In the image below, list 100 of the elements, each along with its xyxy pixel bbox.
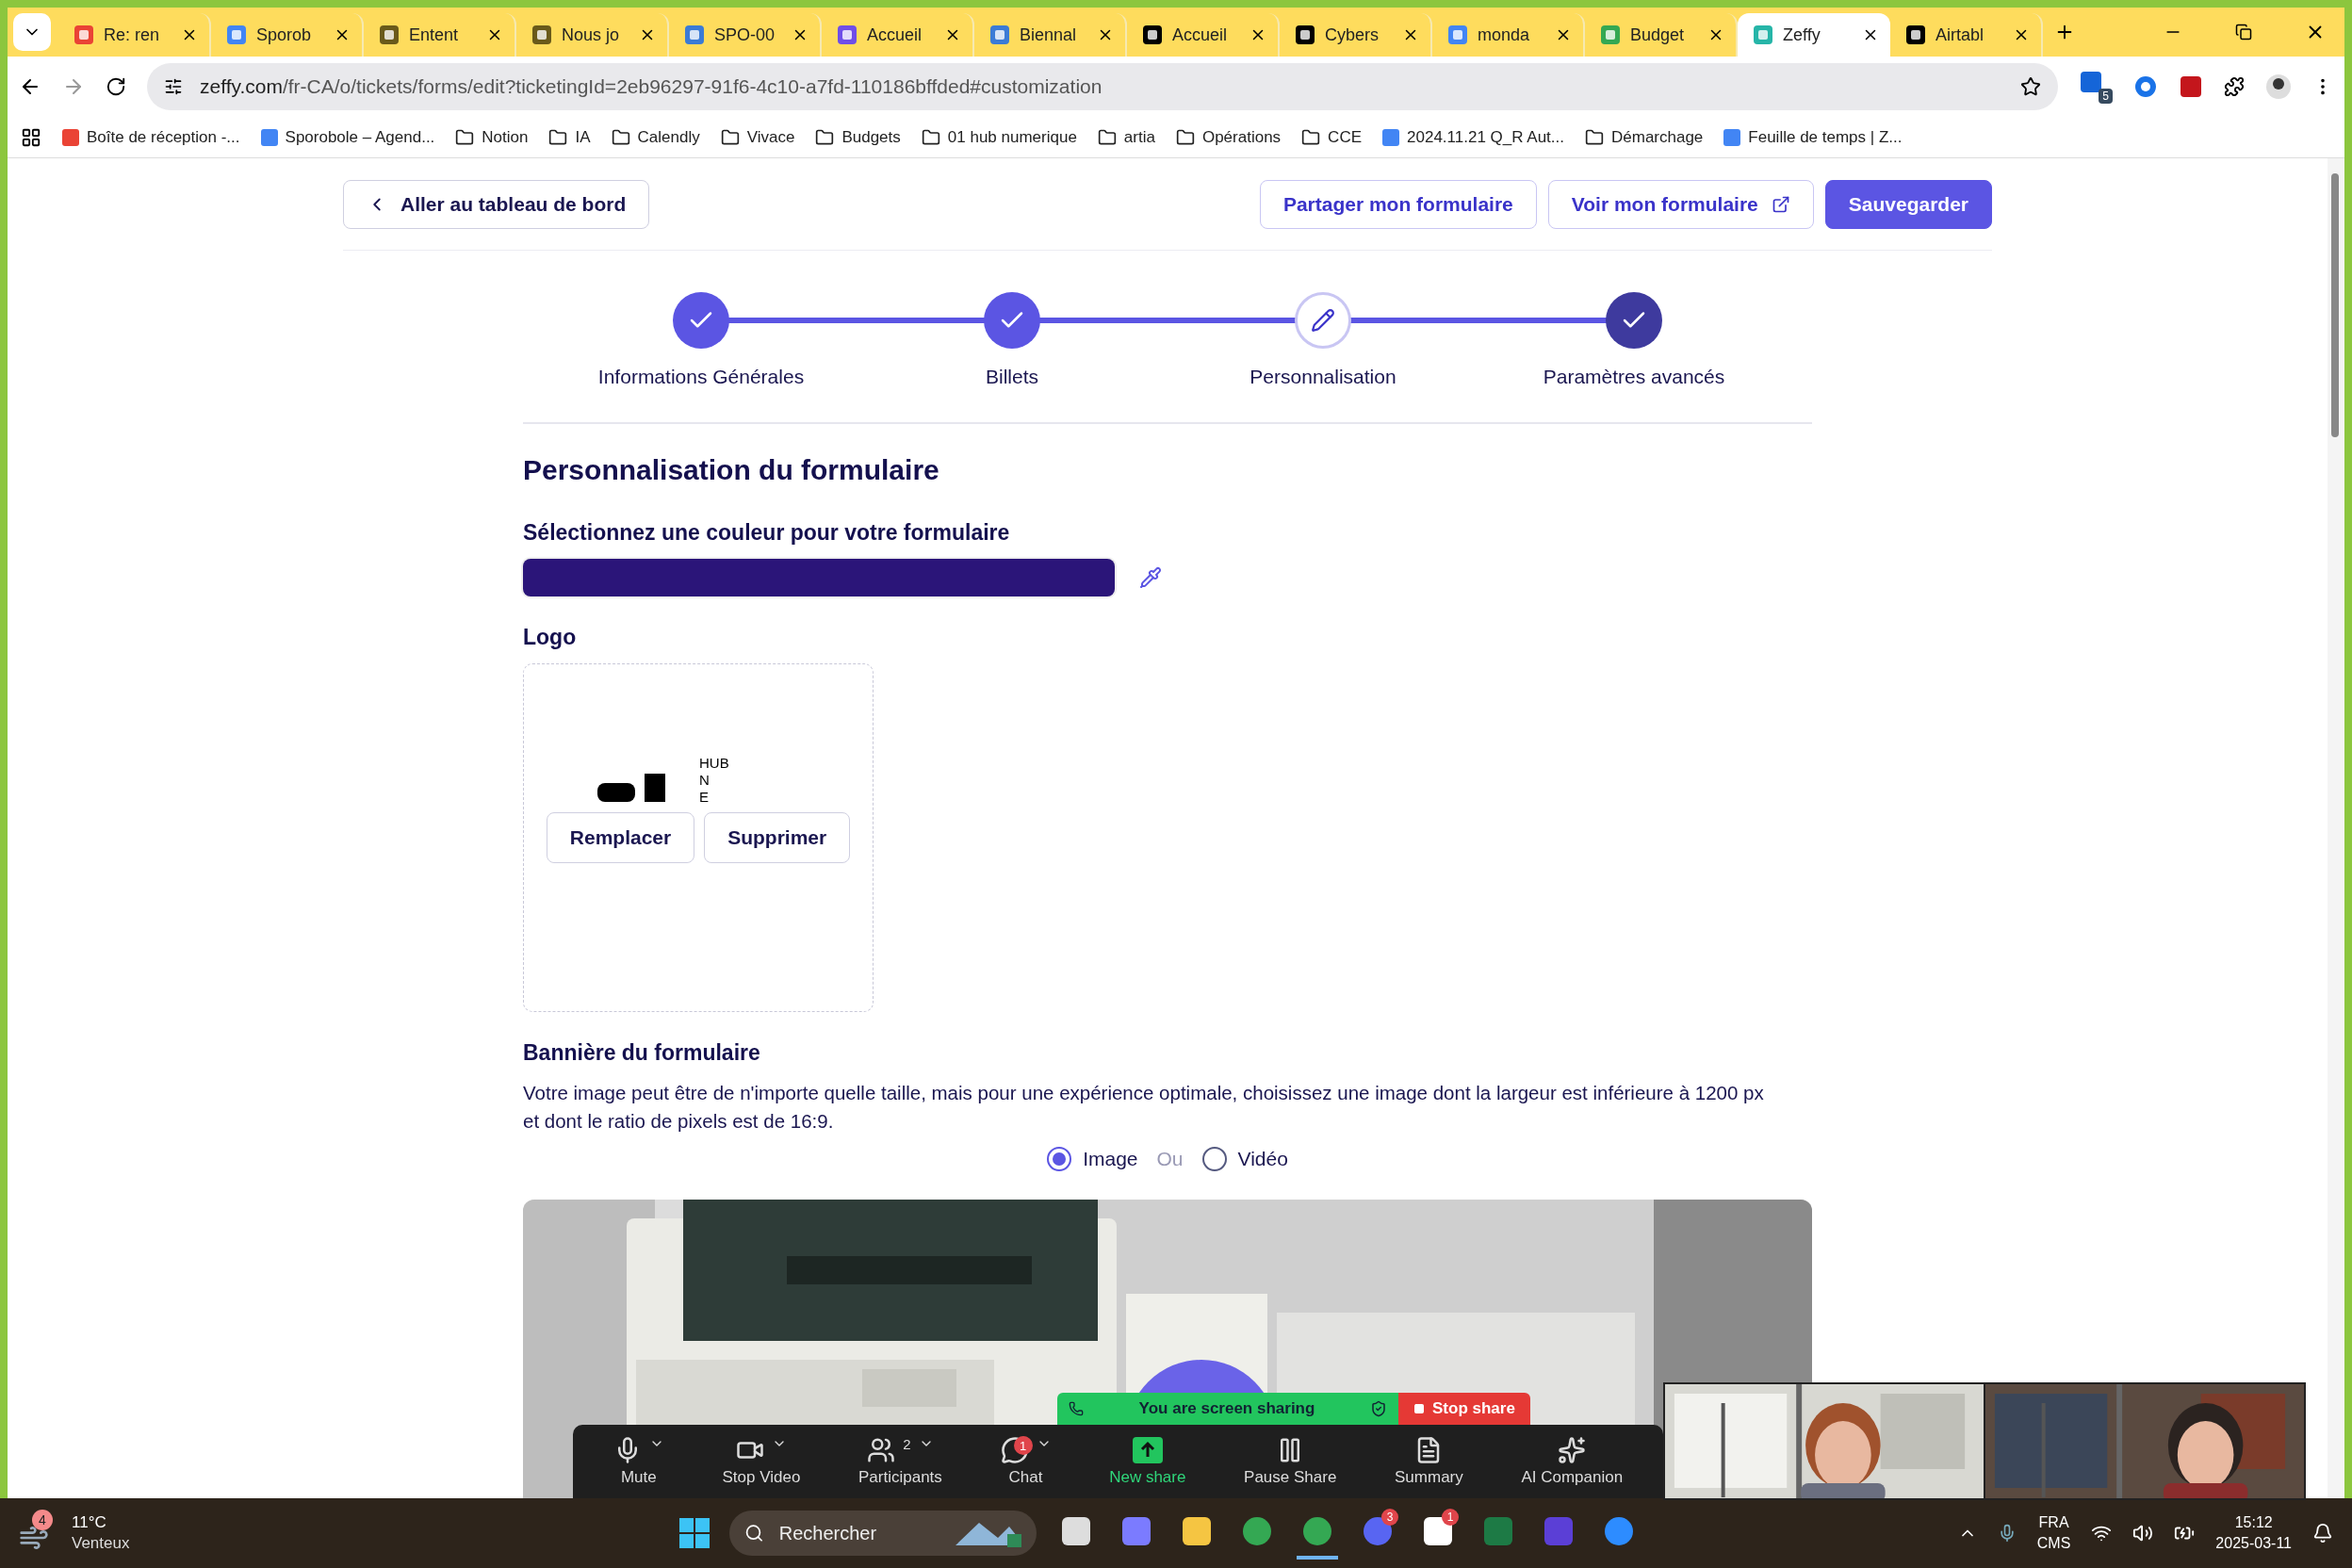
site-icon xyxy=(837,24,858,45)
site-icon xyxy=(684,24,705,45)
step-label: Personnalisation xyxy=(1250,366,1396,388)
folder-icon xyxy=(455,127,475,147)
bookmark-folder[interactable]: IA xyxy=(548,127,591,147)
bookmark-link[interactable]: Sporobole – Agend... xyxy=(260,127,435,147)
site-icon xyxy=(1447,24,1468,45)
eyedropper-icon[interactable] xyxy=(1139,566,1162,589)
bookmark-star-icon[interactable] xyxy=(2020,76,2041,97)
pencil-icon xyxy=(1311,308,1335,333)
bookmark-folder[interactable]: Budgets xyxy=(815,127,901,147)
bookmark-folder[interactable]: 01 hub numerique xyxy=(921,127,1077,147)
folder-icon xyxy=(921,127,940,147)
notification-badge: 1 xyxy=(1442,1509,1459,1526)
search-icon xyxy=(744,1523,764,1544)
bookmark-folder[interactable]: Calendly xyxy=(611,127,700,147)
site-icon xyxy=(74,24,94,45)
site-icon xyxy=(260,128,278,146)
back-to-dashboard-button[interactable]: Aller au tableau de bord xyxy=(343,179,650,229)
pdf-icon[interactable] xyxy=(2179,74,2203,99)
logo-text: HUB N E xyxy=(699,755,729,806)
bookmark-folder[interactable]: artia xyxy=(1097,127,1155,147)
step-label: Billets xyxy=(986,366,1038,388)
bookmark-folder[interactable]: CCE xyxy=(1301,127,1362,147)
address-bar[interactable]: zeffy.com/fr-CA/o/tickets/forms/edit?ticketingId=2eb96297-91f6-4c10-a7fd-110186bffded#customization xyxy=(147,63,2058,110)
bookmark-folder[interactable]: Démarchage xyxy=(1585,127,1704,147)
folder-icon xyxy=(548,127,568,147)
app-icon xyxy=(1482,1515,1514,1547)
bookmark-folder[interactable]: Vivace xyxy=(720,127,795,147)
bookmark-link[interactable]: Boîte de réception -... xyxy=(62,127,240,147)
notification-badge: 3 xyxy=(1381,1509,1398,1526)
start-icon[interactable] xyxy=(678,1517,710,1549)
banner-description: Votre image peut être de n'importe quelle taille, mais pour une expérience optimale, choisissez une image dont la largeur est inférieure à 1200 px et dont le ratio de pixels est de 16:9. xyxy=(523,1081,1765,1134)
folder-icon xyxy=(1175,127,1195,147)
app-icon xyxy=(1120,1515,1152,1547)
folder-icon xyxy=(1097,127,1117,147)
reload-icon[interactable] xyxy=(106,76,126,97)
folder-icon xyxy=(1585,127,1604,147)
section-heading: Personnalisation du formulaire xyxy=(523,454,940,486)
logo-action-button[interactable]: Supprimer xyxy=(704,812,851,863)
site-icon xyxy=(1905,24,1926,45)
site-icon xyxy=(62,128,79,146)
site-icon xyxy=(989,24,1010,45)
site-icon xyxy=(1723,128,1741,146)
volume-icon[interactable] xyxy=(2132,1523,2154,1544)
taskbar-app[interactable]: 1 xyxy=(1417,1507,1459,1560)
weather-widget[interactable]: 4 xyxy=(19,1510,60,1557)
or-separator: Ou xyxy=(1156,1148,1184,1170)
app-icon xyxy=(1543,1515,1575,1547)
notification-icon[interactable] xyxy=(2312,1523,2333,1544)
weather-condition: Venteux xyxy=(72,1533,130,1554)
step-label: Paramètres avancés xyxy=(1543,366,1725,388)
site-icon xyxy=(1753,24,1773,45)
step-indicator[interactable] xyxy=(1606,292,1662,349)
step-indicator[interactable] xyxy=(673,292,729,349)
media-radio[interactable]: Vidéo xyxy=(1201,1147,1288,1171)
taskbar-app[interactable]: 3 xyxy=(1357,1507,1398,1560)
scrollbar-thumb[interactable] xyxy=(2331,173,2339,437)
site-icon xyxy=(531,24,552,45)
action-button[interactable]: Sauvegarder xyxy=(1824,179,1992,229)
extension-icon[interactable] xyxy=(2133,74,2158,99)
browser-tab[interactable]: Zeffy xyxy=(1738,13,1890,57)
clock[interactable]: 15:12 2025-03-11 xyxy=(2215,1512,2292,1554)
search-input[interactable]: Rechercher xyxy=(776,1521,938,1545)
field-label: Bannière du formulaire xyxy=(523,1040,761,1066)
media-radio[interactable]: Image xyxy=(1047,1147,1138,1171)
folder-icon xyxy=(815,127,835,147)
apps-icon[interactable] xyxy=(21,126,41,148)
folder-icon xyxy=(720,127,740,147)
extensions-icon[interactable] xyxy=(2224,76,2245,97)
site-icon xyxy=(1295,24,1315,45)
bookmark-folder[interactable]: Notion xyxy=(455,127,529,147)
logo-action-button[interactable]: Remplacer xyxy=(546,812,695,863)
site-icon xyxy=(1382,128,1399,146)
input-language[interactable]: FRA CMS xyxy=(2036,1512,2071,1554)
action-button[interactable]: Voir mon formulaire xyxy=(1547,179,1814,229)
bookmark-link[interactable]: Feuille de temps | Z... xyxy=(1723,127,1903,147)
field-label: Sélectionnez une couleur pour votre formulaire xyxy=(523,520,1011,546)
site-icon xyxy=(379,24,400,45)
bookmark-folder[interactable]: Opérations xyxy=(1175,127,1282,147)
site-settings-icon[interactable] xyxy=(164,77,183,96)
bookmark-link[interactable]: 2024.11.21 Q_R Aut... xyxy=(1382,127,1564,147)
step-indicator[interactable] xyxy=(1295,292,1351,349)
folder-icon xyxy=(1301,127,1321,147)
avatar-icon[interactable] xyxy=(2265,74,2292,100)
app-icon xyxy=(1181,1515,1213,1547)
field-label: Logo xyxy=(523,625,578,650)
app-icon xyxy=(1060,1515,1092,1547)
step-label: Informations Générales xyxy=(597,366,805,388)
restore-icon[interactable] xyxy=(2235,24,2252,41)
notification-badge: 4 xyxy=(32,1510,53,1530)
site-icon xyxy=(226,24,247,45)
color-swatch[interactable] xyxy=(523,559,1115,596)
external-link-icon xyxy=(1771,194,1790,214)
site-icon xyxy=(1600,24,1621,45)
search-field[interactable]: Rechercher xyxy=(729,1511,1037,1556)
site-icon xyxy=(1142,24,1163,45)
folder-icon xyxy=(611,127,630,147)
temperature: 11°C xyxy=(72,1512,107,1533)
action-button[interactable]: Partager mon formulaire xyxy=(1259,179,1537,229)
